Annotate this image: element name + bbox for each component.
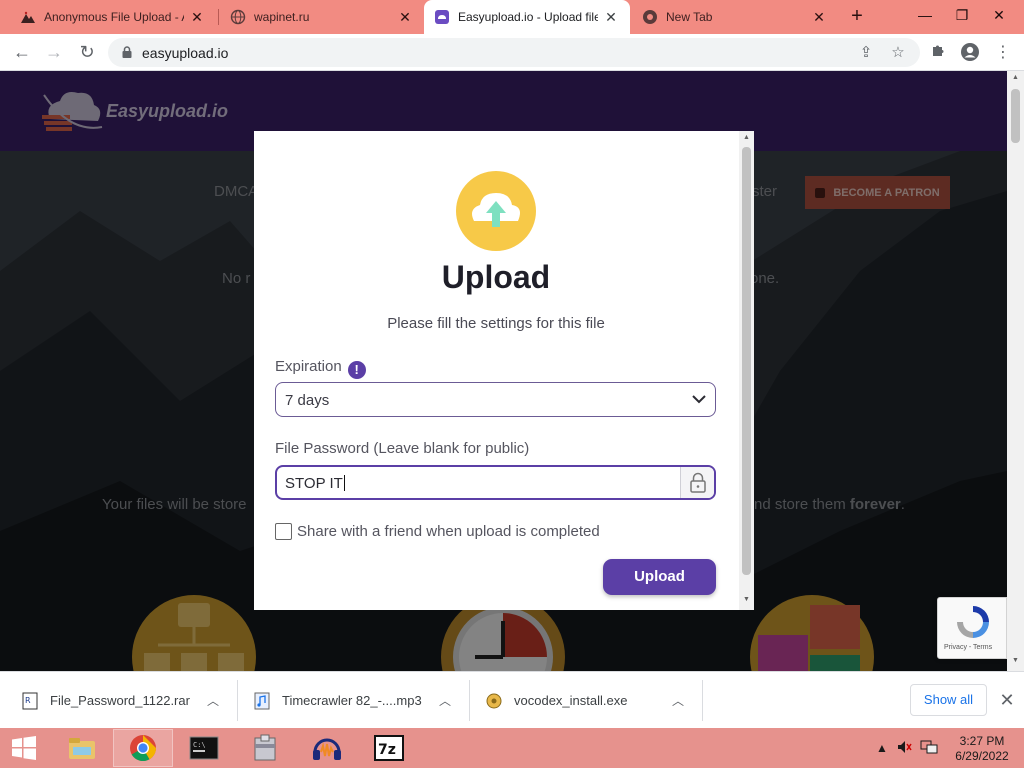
svg-text:C:\: C:\ — [193, 741, 206, 749]
show-all-downloads-button[interactable]: Show all — [910, 684, 987, 716]
system-clock[interactable]: 3:27 PM 6/29/2022 — [954, 734, 1010, 768]
installer-file-icon — [486, 692, 502, 710]
recaptcha-icon — [957, 606, 989, 638]
share-friend-label[interactable]: Share with a friend when upload is compl… — [297, 523, 600, 540]
tab-divider — [218, 9, 219, 25]
globe-favicon-icon — [230, 9, 246, 25]
tab-wapinet[interactable]: wapinet.ru ✕ — [220, 0, 424, 34]
downloads-divider — [702, 680, 703, 721]
browser-toolbar: ← → ↻ easyupload.io ⇪ ☆ ⋮ — [0, 34, 1024, 71]
browser-tab-strip: Anonymous File Upload - A ✕ wapinet.ru ✕… — [0, 0, 1024, 34]
clock-date: 6/29/2022 — [955, 749, 1009, 763]
tab-easyupload[interactable]: Easyupload.io - Upload file ✕ — [424, 0, 630, 34]
windows-taskbar: C:\ 7z ▲ 3:27 PM 6/29/2022 — [0, 728, 1024, 768]
password-label: File Password (Leave blank for public) — [275, 440, 530, 457]
expiration-label: Expiration! — [275, 358, 366, 379]
close-tab-icon[interactable]: ✕ — [810, 9, 828, 26]
taskbar-archive-app[interactable] — [235, 729, 295, 767]
audacity-headphones-icon — [313, 738, 341, 760]
url-text[interactable]: easyupload.io — [142, 45, 228, 61]
share-friend-option[interactable]: Share with a friend when upload is compl… — [275, 523, 600, 540]
download-options-chevron-icon[interactable]: ︿ — [207, 692, 219, 709]
bookmark-star-icon[interactable]: ☆ — [888, 43, 908, 63]
file-password-input[interactable]: STOP IT — [275, 465, 716, 500]
mountain-favicon-icon — [20, 9, 36, 25]
archive-box-icon — [254, 734, 276, 761]
close-tab-icon[interactable]: ✕ — [396, 9, 414, 26]
modal-scrollbar[interactable]: ▲ ▼ — [739, 131, 754, 610]
text-caret — [343, 475, 345, 491]
audio-file-icon — [254, 692, 270, 710]
expiration-select[interactable]: 7 days — [275, 382, 716, 417]
download-item-exe[interactable]: vocodex_install.exe ︿ — [486, 672, 702, 729]
taskbar-7zip[interactable]: 7z — [359, 729, 419, 767]
network-icon[interactable] — [920, 739, 938, 768]
expiration-selected-value: 7 days — [285, 392, 330, 409]
windows-logo-icon — [12, 736, 36, 760]
tab-new-tab[interactable]: New Tab ✕ — [632, 0, 838, 34]
download-options-chevron-icon[interactable]: ︿ — [439, 692, 451, 709]
download-options-chevron-icon[interactable]: ︿ — [672, 692, 684, 709]
taskbar-chrome[interactable] — [113, 729, 173, 767]
start-button[interactable] — [0, 729, 48, 767]
scroll-up-arrow-icon[interactable]: ▲ — [1011, 74, 1020, 81]
extensions-puzzle-icon[interactable] — [927, 42, 949, 64]
recaptcha-badge[interactable]: Privacy - Terms — [937, 597, 1007, 659]
easyupload-favicon-icon — [434, 9, 450, 25]
cloud-upload-icon — [456, 171, 536, 251]
scroll-down-arrow-icon[interactable]: ▼ — [1011, 657, 1020, 664]
file-explorer-icon — [69, 738, 95, 759]
upload-settings-modal: Upload Please fill the settings for this… — [254, 131, 754, 610]
downloads-divider — [237, 680, 238, 721]
winrar-file-icon: R — [22, 692, 38, 710]
address-bar[interactable]: easyupload.io ⇪ ☆ — [108, 38, 920, 67]
downloads-bar: R File_Password_1122.rar ︿ Timecrawler 8… — [0, 671, 1024, 728]
minimize-window-icon[interactable]: — — [910, 3, 940, 27]
password-input-text: STOP IT — [285, 475, 343, 492]
chrome-menu-icon[interactable]: ⋮ — [992, 42, 1014, 64]
profile-avatar-icon[interactable] — [959, 42, 981, 64]
info-exclamation-icon[interactable]: ! — [347, 361, 366, 379]
svg-text:R: R — [25, 696, 31, 705]
lock-icon[interactable] — [120, 45, 134, 59]
7zip-icon: 7z — [374, 735, 404, 761]
modal-scrollbar-thumb[interactable] — [742, 147, 751, 575]
taskbar-command-prompt[interactable]: C:\ — [174, 729, 234, 767]
download-item-rar[interactable]: R File_Password_1122.rar ︿ — [22, 672, 237, 729]
command-prompt-icon: C:\ — [189, 736, 219, 760]
chevron-down-icon — [692, 395, 706, 404]
modal-scroll-up-arrow-icon[interactable]: ▲ — [742, 134, 751, 141]
downloads-divider — [469, 680, 470, 721]
page-scrollbar[interactable]: ▲ ▼ — [1007, 71, 1024, 671]
taskbar-file-explorer[interactable] — [52, 729, 112, 767]
chrome-browser-icon — [130, 735, 157, 762]
modal-scroll-down-arrow-icon[interactable]: ▼ — [742, 596, 751, 603]
page-scrollbar-thumb[interactable] — [1011, 89, 1020, 143]
new-tab-button[interactable]: + — [846, 6, 868, 28]
taskbar-audacity[interactable] — [297, 729, 357, 767]
tab-anonymous-file-upload[interactable]: Anonymous File Upload - A ✕ — [10, 0, 216, 34]
chrome-favicon-icon — [642, 9, 658, 25]
close-window-icon[interactable]: ✕ — [984, 3, 1014, 27]
close-tab-icon[interactable]: ✕ — [188, 9, 206, 26]
close-tab-icon[interactable]: ✕ — [602, 9, 620, 26]
close-downloads-bar-icon[interactable]: ✕ — [997, 688, 1017, 712]
modal-subtitle: Please fill the settings for this file — [387, 315, 605, 332]
show-hidden-icons-arrow[interactable]: ▲ — [876, 741, 888, 768]
back-arrow-icon[interactable]: ← — [10, 41, 34, 65]
reload-icon[interactable]: ↻ — [75, 41, 99, 65]
share-friend-checkbox[interactable] — [275, 523, 292, 540]
share-icon[interactable]: ⇪ — [856, 43, 876, 63]
recaptcha-privacy-terms[interactable]: Privacy - Terms — [944, 644, 992, 651]
password-lock-button[interactable] — [680, 467, 714, 498]
speaker-muted-icon[interactable] — [896, 739, 912, 768]
clock-time: 3:27 PM — [959, 734, 1005, 748]
download-item-mp3[interactable]: Timecrawler 82_-....mp3 ︿ — [254, 672, 469, 729]
upload-button[interactable]: Upload — [603, 559, 716, 595]
svg-text:7z: 7z — [378, 742, 396, 758]
forward-arrow-icon[interactable]: → — [42, 41, 66, 65]
restore-window-icon[interactable]: ❐ — [947, 3, 977, 27]
modal-title: Upload — [441, 259, 551, 295]
padlock-icon — [690, 472, 706, 493]
